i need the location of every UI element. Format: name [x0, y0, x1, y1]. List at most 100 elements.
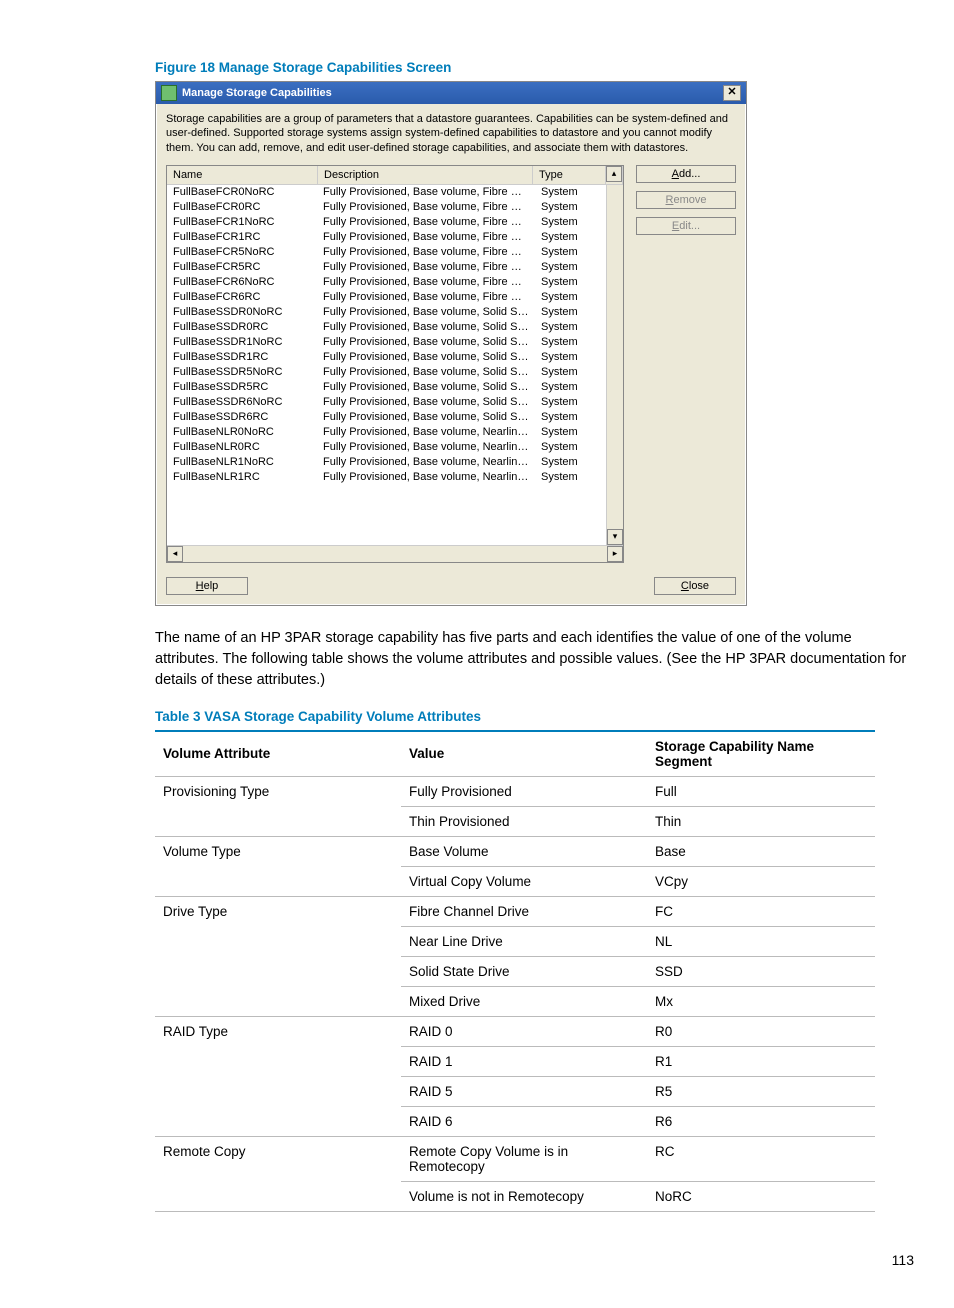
cell-type: System	[535, 365, 607, 380]
cell-name: FullBaseFCR1RC	[167, 230, 317, 245]
cell-segment: Thin	[647, 806, 875, 836]
scroll-right-icon[interactable]: ▸	[607, 546, 623, 562]
list-item[interactable]: FullBaseSSDR5RCFully Provisioned, Base v…	[167, 380, 607, 395]
cell-name: FullBaseSSDR6RC	[167, 410, 317, 425]
cell-name: FullBaseFCR0RC	[167, 200, 317, 215]
cell-segment: NL	[647, 926, 875, 956]
cell-name: FullBaseSSDR0NoRC	[167, 305, 317, 320]
app-icon	[161, 85, 177, 101]
capabilities-listview[interactable]: Name Description Type ▴ FullBaseFCR0NoRC…	[166, 165, 624, 563]
cell-type: System	[535, 290, 607, 305]
header-name[interactable]: Name	[167, 166, 318, 184]
list-item[interactable]: FullBaseNLR0RCFully Provisioned, Base vo…	[167, 440, 607, 455]
list-item[interactable]: FullBaseSSDR1RCFully Provisioned, Base v…	[167, 350, 607, 365]
add-button[interactable]: Add...	[636, 165, 736, 183]
cell-description: Fully Provisioned, Base volume, Fibre Ch…	[317, 290, 535, 305]
list-item[interactable]: FullBaseFCR0NoRCFully Provisioned, Base …	[167, 185, 607, 200]
cell-type: System	[535, 185, 607, 200]
cell-attribute: Remote Copy	[155, 1136, 401, 1211]
cell-attribute: Drive Type	[155, 896, 401, 1016]
cell-type: System	[535, 215, 607, 230]
cell-type: System	[535, 395, 607, 410]
list-item[interactable]: FullBaseNLR0NoRCFully Provisioned, Base …	[167, 425, 607, 440]
list-item[interactable]: FullBaseSSDR0RCFully Provisioned, Base v…	[167, 320, 607, 335]
list-item[interactable]: FullBaseFCR5RCFully Provisioned, Base vo…	[167, 260, 607, 275]
cell-description: Fully Provisioned, Base volume, Solid St…	[317, 380, 535, 395]
cell-value: RAID 5	[401, 1076, 647, 1106]
cell-type: System	[535, 455, 607, 470]
list-item[interactable]: FullBaseFCR1RCFully Provisioned, Base vo…	[167, 230, 607, 245]
cell-value: Mixed Drive	[401, 986, 647, 1016]
list-item[interactable]: FullBaseSSDR6RCFully Provisioned, Base v…	[167, 410, 607, 425]
close-button[interactable]: Close	[654, 577, 736, 595]
list-item[interactable]: FullBaseSSDR0NoRCFully Provisioned, Base…	[167, 305, 607, 320]
edit-button[interactable]: Edit...	[636, 217, 736, 235]
close-icon[interactable]: ✕	[723, 85, 741, 101]
cell-value: RAID 0	[401, 1016, 647, 1046]
list-item[interactable]: FullBaseSSDR1NoRCFully Provisioned, Base…	[167, 335, 607, 350]
remove-button[interactable]: Remove	[636, 191, 736, 209]
cell-value: Fibre Channel Drive	[401, 896, 647, 926]
cell-name: FullBaseFCR0NoRC	[167, 185, 317, 200]
list-item[interactable]: FullBaseSSDR5NoRCFully Provisioned, Base…	[167, 365, 607, 380]
scroll-left-icon[interactable]: ◂	[167, 546, 183, 562]
body-paragraph: The name of an HP 3PAR storage capabilit…	[155, 628, 914, 691]
cell-value: Near Line Drive	[401, 926, 647, 956]
cell-type: System	[535, 230, 607, 245]
cell-segment: R5	[647, 1076, 875, 1106]
list-item[interactable]: FullBaseSSDR6NoRCFully Provisioned, Base…	[167, 395, 607, 410]
cell-name: FullBaseNLR0NoRC	[167, 425, 317, 440]
header-description[interactable]: Description	[318, 166, 533, 184]
help-button[interactable]: Help	[166, 577, 248, 595]
cell-description: Fully Provisioned, Base volume, Solid St…	[317, 365, 535, 380]
cell-name: FullBaseSSDR5NoRC	[167, 365, 317, 380]
cell-description: Fully Provisioned, Base volume, Solid St…	[317, 350, 535, 365]
list-item[interactable]: FullBaseFCR1NoRCFully Provisioned, Base …	[167, 215, 607, 230]
header-type[interactable]: Type	[533, 166, 606, 184]
list-item[interactable]: FullBaseNLR1NoRCFully Provisioned, Base …	[167, 455, 607, 470]
cell-name: FullBaseSSDR5RC	[167, 380, 317, 395]
cell-value: RAID 6	[401, 1106, 647, 1136]
th-value: Value	[401, 731, 647, 777]
list-item[interactable]: FullBaseFCR6NoRCFully Provisioned, Base …	[167, 275, 607, 290]
table-title: Table 3 VASA Storage Capability Volume A…	[155, 709, 914, 724]
cell-segment: Mx	[647, 986, 875, 1016]
cell-value: Remote Copy Volume is in Remotecopy	[401, 1136, 647, 1181]
cell-type: System	[535, 275, 607, 290]
cell-name: FullBaseFCR5NoRC	[167, 245, 317, 260]
cell-description: Fully Provisioned, Base volume, Fibre Ch…	[317, 215, 535, 230]
cell-description: Fully Provisioned, Base volume, Solid St…	[317, 395, 535, 410]
cell-segment: VCpy	[647, 866, 875, 896]
cell-description: Fully Provisioned, Base volume, Nearline…	[317, 425, 535, 440]
scroll-up-icon[interactable]: ▴	[606, 166, 622, 182]
cell-value: Virtual Copy Volume	[401, 866, 647, 896]
list-item[interactable]: FullBaseFCR5NoRCFully Provisioned, Base …	[167, 245, 607, 260]
cell-name: FullBaseFCR5RC	[167, 260, 317, 275]
th-segment: Storage Capability Name Segment	[647, 731, 875, 777]
list-item[interactable]: FullBaseNLR1RCFully Provisioned, Base vo…	[167, 470, 607, 485]
th-attribute: Volume Attribute	[155, 731, 401, 777]
cell-name: FullBaseNLR1NoRC	[167, 455, 317, 470]
vertical-scrollbar[interactable]: ▾	[606, 185, 623, 545]
cell-description: Fully Provisioned, Base volume, Fibre Ch…	[317, 275, 535, 290]
cell-name: FullBaseFCR6RC	[167, 290, 317, 305]
titlebar: Manage Storage Capabilities ✕	[156, 82, 746, 104]
table-row: Provisioning TypeFully ProvisionedFull	[155, 776, 875, 806]
cell-name: FullBaseSSDR1NoRC	[167, 335, 317, 350]
cell-segment: NoRC	[647, 1181, 875, 1211]
scroll-down-icon[interactable]: ▾	[607, 529, 623, 545]
cell-description: Fully Provisioned, Base volume, Nearline…	[317, 455, 535, 470]
cell-description: Fully Provisioned, Base volume, Solid St…	[317, 305, 535, 320]
cell-description: Fully Provisioned, Base volume, Fibre Ch…	[317, 185, 535, 200]
list-item[interactable]: FullBaseFCR0RCFully Provisioned, Base vo…	[167, 200, 607, 215]
cell-type: System	[535, 410, 607, 425]
horizontal-scrollbar[interactable]: ◂ ▸	[167, 545, 623, 562]
cell-type: System	[535, 305, 607, 320]
cell-value: Fully Provisioned	[401, 776, 647, 806]
figure-title: Figure 18 Manage Storage Capabilities Sc…	[155, 60, 914, 75]
list-item[interactable]: FullBaseFCR6RCFully Provisioned, Base vo…	[167, 290, 607, 305]
cell-segment: Full	[647, 776, 875, 806]
cell-value: Thin Provisioned	[401, 806, 647, 836]
cell-name: FullBaseNLR1RC	[167, 470, 317, 485]
cell-type: System	[535, 335, 607, 350]
